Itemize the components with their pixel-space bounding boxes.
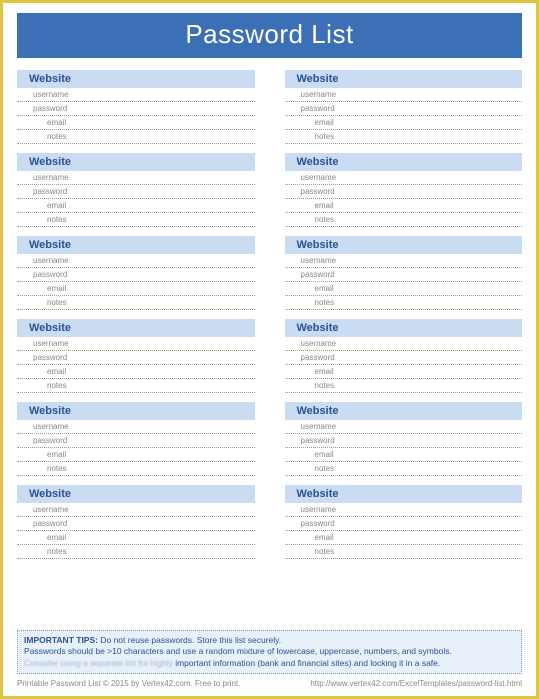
notes-field: notes <box>17 462 255 476</box>
website-header: Website <box>17 319 255 337</box>
notes-field: notes <box>285 545 523 559</box>
password-field: password <box>17 351 255 365</box>
website-header: Website <box>285 236 523 254</box>
password-field: password <box>17 102 255 116</box>
right-column: WebsiteusernamepasswordemailnotesWebsite… <box>285 70 523 624</box>
password-block: Websiteusernamepasswordemailnotes <box>285 485 523 559</box>
email-field: email <box>285 365 523 379</box>
username-field: username <box>17 420 255 434</box>
email-field: email <box>17 448 255 462</box>
username-field: username <box>285 171 523 185</box>
email-field: email <box>285 531 523 545</box>
password-field: password <box>17 185 255 199</box>
website-header: Website <box>17 402 255 420</box>
tips-line-1: IMPORTANT TIPS: Do not reuse passwords. … <box>24 635 515 646</box>
password-field: password <box>285 102 523 116</box>
username-field: username <box>17 171 255 185</box>
tips-box: IMPORTANT TIPS: Do not reuse passwords. … <box>17 630 522 674</box>
username-field: username <box>285 88 523 102</box>
password-field: password <box>285 434 523 448</box>
email-field: email <box>285 282 523 296</box>
website-header: Website <box>17 236 255 254</box>
notes-field: notes <box>285 296 523 310</box>
email-field: email <box>17 199 255 213</box>
password-block: Websiteusernamepasswordemailnotes <box>17 485 255 559</box>
email-field: email <box>285 116 523 130</box>
username-field: username <box>285 420 523 434</box>
password-block: Websiteusernamepasswordemailnotes <box>17 153 255 227</box>
username-field: username <box>17 88 255 102</box>
tips-line-3: Consider using a separate list for highl… <box>24 658 515 669</box>
tips-line3-rest: important information (bank and financia… <box>175 658 440 668</box>
website-header: Website <box>285 402 523 420</box>
email-field: email <box>17 531 255 545</box>
left-column: WebsiteusernamepasswordemailnotesWebsite… <box>17 70 255 624</box>
notes-field: notes <box>17 130 255 144</box>
password-field: password <box>17 268 255 282</box>
username-field: username <box>17 337 255 351</box>
password-block: Websiteusernamepasswordemailnotes <box>285 153 523 227</box>
password-block: Websiteusernamepasswordemailnotes <box>17 402 255 476</box>
password-block: Websiteusernamepasswordemailnotes <box>285 402 523 476</box>
page-title: Password List <box>17 13 522 58</box>
email-field: email <box>17 116 255 130</box>
tips-lead: IMPORTANT TIPS: <box>24 635 98 645</box>
notes-field: notes <box>285 462 523 476</box>
username-field: username <box>285 254 523 268</box>
footer-left: Printable Password List © 2015 by Vertex… <box>17 679 240 688</box>
password-field: password <box>17 434 255 448</box>
password-block: Websiteusernamepasswordemailnotes <box>17 236 255 310</box>
email-field: email <box>17 282 255 296</box>
website-header: Website <box>17 70 255 88</box>
password-field: password <box>285 517 523 531</box>
password-block: Websiteusernamepasswordemailnotes <box>285 70 523 144</box>
website-header: Website <box>285 319 523 337</box>
tips-line-2: Passwords should be >10 characters and u… <box>24 646 515 657</box>
email-field: email <box>17 365 255 379</box>
notes-field: notes <box>285 213 523 227</box>
username-field: username <box>17 254 255 268</box>
columns-container: WebsiteusernamepasswordemailnotesWebsite… <box>17 70 522 624</box>
notes-field: notes <box>17 296 255 310</box>
website-header: Website <box>285 70 523 88</box>
password-block: Websiteusernamepasswordemailnotes <box>285 319 523 393</box>
password-block: Websiteusernamepasswordemailnotes <box>17 319 255 393</box>
tips-line3-blur: Consider using a separate list for highl… <box>24 658 175 668</box>
username-field: username <box>17 503 255 517</box>
notes-field: notes <box>17 379 255 393</box>
website-header: Website <box>285 485 523 503</box>
password-field: password <box>285 268 523 282</box>
website-header: Website <box>285 153 523 171</box>
website-header: Website <box>17 153 255 171</box>
username-field: username <box>285 503 523 517</box>
notes-field: notes <box>17 213 255 227</box>
footer: Printable Password List © 2015 by Vertex… <box>17 679 522 688</box>
password-field: password <box>285 351 523 365</box>
password-field: password <box>17 517 255 531</box>
notes-field: notes <box>17 545 255 559</box>
notes-field: notes <box>285 379 523 393</box>
email-field: email <box>285 448 523 462</box>
password-field: password <box>285 185 523 199</box>
footer-right: http://www.vertex42.com/ExcelTemplates/p… <box>310 679 522 688</box>
notes-field: notes <box>285 130 523 144</box>
email-field: email <box>285 199 523 213</box>
website-header: Website <box>17 485 255 503</box>
password-block: Websiteusernamepasswordemailnotes <box>17 70 255 144</box>
password-block: Websiteusernamepasswordemailnotes <box>285 236 523 310</box>
tips-line1-rest: Do not reuse passwords. Store this list … <box>98 635 281 645</box>
username-field: username <box>285 337 523 351</box>
